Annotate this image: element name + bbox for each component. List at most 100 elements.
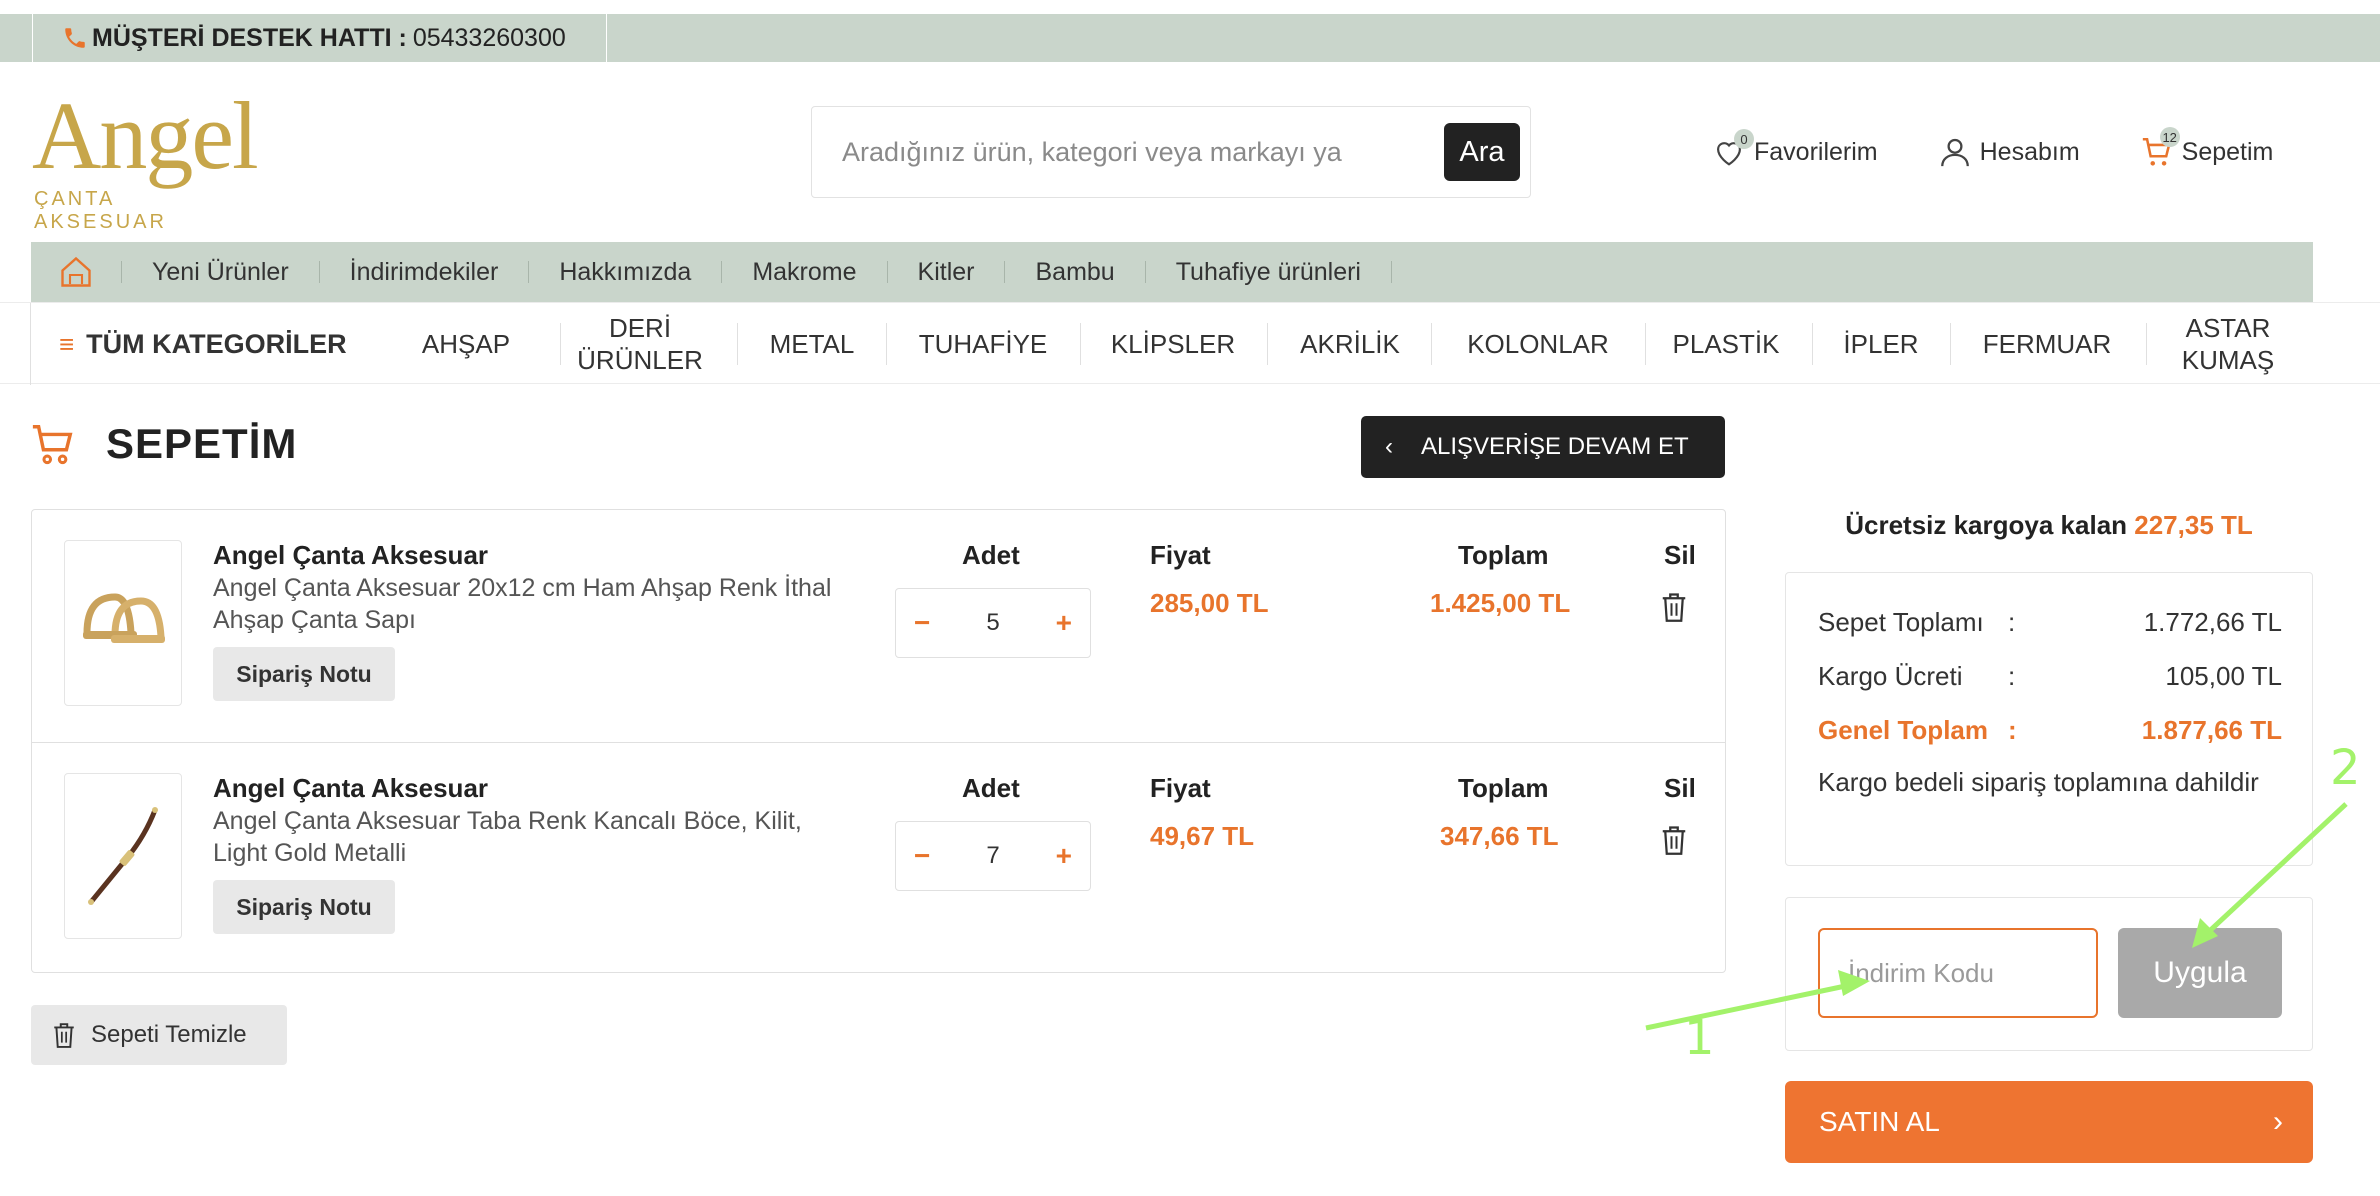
category-wood[interactable]: AHŞAP bbox=[398, 303, 534, 385]
category-metal[interactable]: METAL bbox=[752, 303, 872, 385]
shipping-label: Kargo Ücreti bbox=[1818, 661, 1963, 691]
search-input[interactable] bbox=[812, 107, 1432, 197]
phone-icon bbox=[65, 28, 85, 48]
trash-icon bbox=[1662, 826, 1686, 855]
line-total: 1.425,00 TL bbox=[1430, 588, 1571, 618]
nav-item-macrame[interactable]: Makrome bbox=[721, 258, 886, 286]
remove-item-button[interactable] bbox=[1659, 823, 1689, 862]
colon: : bbox=[2008, 661, 2016, 691]
clear-cart-button[interactable]: Sepeti Temizle bbox=[31, 1005, 287, 1065]
favorites-label: Favorilerim bbox=[1754, 137, 1878, 166]
total-header: Toplam bbox=[1458, 773, 1549, 803]
page-title: SEPETİM bbox=[30, 420, 297, 468]
grand-total-label: Genel Toplam bbox=[1818, 715, 1988, 745]
logo-subtitle: ÇANTA AKSESUAR bbox=[34, 188, 167, 233]
continue-shopping-button[interactable]: ‹ ALIŞVERİŞE DEVAM ET bbox=[1361, 416, 1725, 478]
account-link[interactable]: Hesabım bbox=[1938, 135, 2080, 169]
nav-item-haberdashery[interactable]: Tuhafiye ürünleri bbox=[1144, 258, 1391, 286]
trash-icon bbox=[54, 1023, 74, 1048]
all-categories-button[interactable]: ≡ TÜM KATEGORİLER bbox=[30, 303, 390, 385]
category-plastic[interactable]: PLASTİK bbox=[1656, 303, 1796, 385]
menu-icon: ≡ bbox=[59, 328, 75, 359]
divider bbox=[1431, 323, 1432, 365]
cart-count-badge: 12 bbox=[2159, 127, 2180, 147]
product-brand: Angel Çanta Aksesuar bbox=[213, 540, 489, 570]
strap-image bbox=[88, 807, 158, 905]
divider bbox=[1812, 323, 1813, 365]
nav-item-bamboo[interactable]: Bambu bbox=[1004, 258, 1144, 286]
grand-total-row: Genel Toplam : 1.877,66 TL bbox=[1818, 715, 2282, 746]
free-shipping-amount: 227,35 TL bbox=[2134, 510, 2253, 540]
divider bbox=[1390, 261, 1392, 283]
category-zipper[interactable]: FERMUAR bbox=[1964, 303, 2130, 385]
free-shipping-notice: Ücretsiz kargoya kalan 227,35 TL bbox=[1785, 510, 2313, 541]
coupon-box: Uygula bbox=[1785, 897, 2313, 1051]
category-lining-fabric[interactable]: ASTAR KUMAŞ bbox=[2166, 303, 2290, 385]
search-button[interactable]: Ara bbox=[1444, 123, 1520, 181]
nav-item-new-products[interactable]: Yeni Ürünler bbox=[121, 258, 319, 286]
category-acrylic[interactable]: AKRİLİK bbox=[1280, 303, 1420, 385]
decrement-button[interactable]: − bbox=[914, 607, 930, 639]
unit-price: 49,67 TL bbox=[1150, 821, 1255, 851]
chevron-left-icon: ‹ bbox=[1385, 433, 1393, 460]
category-threads[interactable]: İPLER bbox=[1826, 303, 1936, 385]
checkout-label: SATIN AL bbox=[1819, 1106, 1940, 1137]
product-brand: Angel Çanta Aksesuar bbox=[213, 773, 489, 803]
product-name[interactable]: Angel Çanta Aksesuar Taba Renk Kancalı B… bbox=[213, 805, 833, 869]
product-image[interactable] bbox=[64, 540, 182, 706]
support-line: MÜŞTERİ DESTEK HATTI : 05433260300 bbox=[0, 14, 607, 62]
checkout-button[interactable]: SATIN AL › bbox=[1785, 1081, 2313, 1163]
divider bbox=[1645, 323, 1646, 365]
cart-label: Sepetim bbox=[2181, 137, 2274, 166]
category-leather[interactable]: DERİ ÜRÜNLER bbox=[570, 303, 710, 385]
continue-shopping-label: ALIŞVERİŞE DEVAM ET bbox=[1421, 433, 1689, 460]
nav-item-about[interactable]: Hakkımızda bbox=[528, 258, 721, 286]
unit-price: 285,00 TL bbox=[1150, 588, 1269, 618]
chevron-right-icon: › bbox=[2273, 1105, 2283, 1138]
grand-total-value: 1.877,66 TL bbox=[2141, 715, 2282, 745]
site-logo[interactable]: Angel ÇANTA AKSESUAR bbox=[32, 82, 259, 234]
product-image[interactable] bbox=[64, 773, 182, 939]
divider bbox=[32, 14, 33, 62]
increment-button[interactable]: + bbox=[1056, 607, 1072, 639]
decrement-button[interactable]: − bbox=[914, 840, 930, 872]
home-link[interactable] bbox=[31, 242, 121, 302]
nav-item-discounts[interactable]: İndirimdekiler bbox=[318, 258, 529, 286]
account-label: Hesabım bbox=[1979, 137, 2080, 166]
shipping-row: Kargo Ücreti : 105,00 TL bbox=[1818, 661, 2282, 692]
divider bbox=[1267, 323, 1268, 365]
annotation-label-2: 2 bbox=[2330, 740, 2361, 796]
quantity-value[interactable]: 7 bbox=[986, 842, 999, 870]
remove-item-button[interactable] bbox=[1659, 590, 1689, 629]
increment-button[interactable]: + bbox=[1056, 840, 1072, 872]
product-name[interactable]: Angel Çanta Aksesuar 20x12 cm Ham Ahşap … bbox=[213, 572, 833, 636]
wooden-handle-image bbox=[83, 593, 165, 643]
cart-link[interactable]: 12 Sepetim bbox=[2140, 127, 2274, 169]
cart-row: Angel Çanta Aksesuar Angel Çanta Aksesua… bbox=[32, 742, 1725, 973]
nav-item-kits[interactable]: Kitler bbox=[886, 258, 1005, 286]
category-haberdashery[interactable]: TUHAFİYE bbox=[898, 303, 1068, 385]
support-bar: MÜŞTERİ DESTEK HATTI : 05433260300 bbox=[0, 14, 2380, 62]
divider bbox=[886, 323, 887, 365]
cart-items: Angel Çanta Aksesuar Angel Çanta Aksesua… bbox=[31, 509, 1726, 973]
category-clips[interactable]: KLİPSLER bbox=[1092, 303, 1254, 385]
clear-cart-label: Sepeti Temizle bbox=[91, 1021, 247, 1048]
support-phone[interactable]: 05433260300 bbox=[413, 24, 566, 53]
favorites-link[interactable]: 0 Favorilerim bbox=[1712, 129, 1878, 167]
quantity-value[interactable]: 5 bbox=[986, 609, 999, 637]
main-nav: Yeni Ürünler İndirimdekiler Hakkımızda M… bbox=[31, 242, 2313, 302]
divider bbox=[1950, 323, 1951, 365]
order-note-button[interactable]: Sipariş Notu bbox=[213, 880, 395, 934]
apply-coupon-button[interactable]: Uygula bbox=[2118, 928, 2282, 1018]
category-columns[interactable]: KOLONLAR bbox=[1440, 303, 1636, 385]
trash-icon bbox=[1662, 593, 1686, 622]
colon: : bbox=[2008, 715, 2017, 745]
order-note-button[interactable]: Sipariş Notu bbox=[213, 647, 395, 701]
discount-code-input[interactable] bbox=[1818, 928, 2098, 1018]
order-summary: Sepet Toplamı : 1.772,66 TL Kargo Ücreti… bbox=[1785, 572, 2313, 866]
price-header: Fiyat bbox=[1150, 540, 1211, 570]
shipping-value: 105,00 TL bbox=[2165, 661, 2282, 691]
header-links: 0 Favorilerim Hesabım 12 Sepetim bbox=[1712, 127, 2274, 176]
logo-brand: Angel bbox=[32, 82, 259, 189]
annotation-label-1: 1 bbox=[1684, 1010, 1715, 1066]
